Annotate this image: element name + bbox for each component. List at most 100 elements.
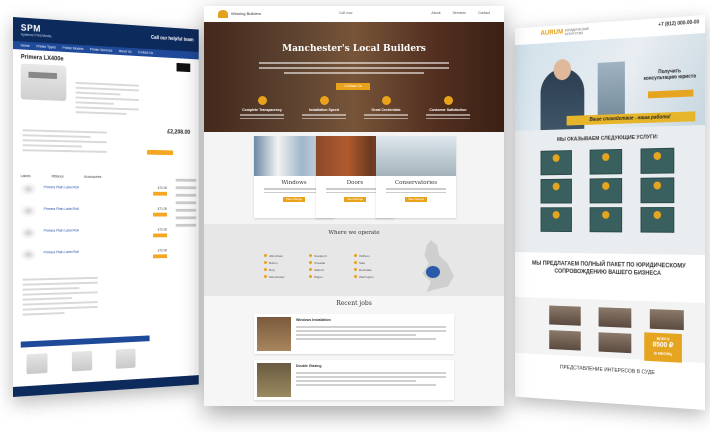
- building-image: [597, 61, 625, 121]
- services-title: МЫ ОКАЗЫВАЕМ СЛЕДУЮЩИЕ УСЛУГИ:: [557, 134, 659, 143]
- services-section: МЫ ОКАЗЫВАЕМ СЛЕДУЮЩИЕ УСЛУГИ:: [515, 125, 705, 255]
- label-roll-image: [20, 248, 37, 261]
- service-tile[interactable]: [589, 207, 623, 233]
- service-tile[interactable]: [589, 148, 623, 175]
- price-badge: ВСЕГО 8500 ₽ В МЕСЯЦ: [644, 332, 682, 363]
- builders-hero: Manchester's Local Builders Contact Us C…: [204, 22, 504, 132]
- spm-nav-item[interactable]: Printer Types: [36, 44, 55, 49]
- town-item: Warrington: [354, 275, 374, 279]
- item-price: £71.00: [157, 207, 168, 211]
- package-photo: [549, 305, 581, 326]
- feature-label: Installation Speed: [309, 108, 339, 112]
- town-item: Wigan: [309, 275, 323, 279]
- nav-about[interactable]: About: [431, 11, 440, 15]
- package-photo: [598, 307, 632, 328]
- builders-logo-icon[interactable]: [218, 10, 228, 18]
- consultation-cta: Получить консультацию юриста: [643, 68, 696, 82]
- nav-contact[interactable]: Contact: [478, 11, 490, 15]
- related-product-thumb[interactable]: [26, 353, 48, 375]
- spm-nav-item[interactable]: Printer Models: [62, 46, 83, 51]
- town-item: Sale: [354, 261, 365, 265]
- spm-price: £2,208.00: [167, 129, 191, 136]
- builders-nav: About Services Contact: [431, 11, 490, 15]
- offer-section: МЫ ПРЕДЛАГАЕМ ПОЛНЫЙ ПАКЕТ ПО ЮРИДИЧЕСКО…: [515, 252, 705, 303]
- aurum-logo[interactable]: AURUM: [541, 29, 564, 37]
- item-name[interactable]: Primera Plain Label Roll: [44, 228, 79, 232]
- spm-phone: Call our helpful team: [150, 34, 194, 44]
- list-item: Primera Plain Label Roll £72.00: [20, 226, 168, 241]
- town-item: Oldham: [354, 254, 370, 258]
- service-tile[interactable]: [540, 150, 572, 176]
- hero-text-line: [284, 72, 424, 74]
- service-tile[interactable]: [540, 207, 572, 233]
- view-range-button[interactable]: View Range: [283, 197, 305, 202]
- card-title: Conservatories: [394, 180, 438, 186]
- hero-text-line: [259, 62, 449, 64]
- tab-ribbons[interactable]: Ribbons: [52, 174, 64, 178]
- nav-services[interactable]: Services: [453, 11, 466, 15]
- add-to-basket-button[interactable]: [146, 149, 174, 156]
- card-conservatories[interactable]: Conservatories View Range: [376, 136, 456, 218]
- aurum-phone: +7 (812) 000-00-00: [658, 19, 700, 29]
- package-photo: [549, 330, 581, 351]
- town-item: Bolton: [264, 261, 278, 265]
- spm-footer: [13, 375, 199, 397]
- town-item: Altrincham: [264, 254, 283, 258]
- item-name[interactable]: Primera Plain Label Roll: [44, 250, 79, 255]
- aurum-tagline: ЮРИДИЧЕСКИЕ АГЕНТСТВО: [564, 26, 590, 37]
- add-button[interactable]: [153, 212, 168, 217]
- service-tile[interactable]: [589, 178, 623, 204]
- tab-accessories[interactable]: Accessories: [84, 175, 101, 179]
- spm-nav-item[interactable]: About Us: [119, 49, 132, 54]
- list-item: Primera Plain Label Roll £72.00: [20, 183, 168, 197]
- list-item: Primera Plain Label Roll £72.00: [20, 247, 168, 263]
- view-range-button[interactable]: View Range: [405, 197, 427, 202]
- service-tile[interactable]: [640, 147, 675, 174]
- tab-labels[interactable]: Labels: [21, 174, 31, 178]
- add-button[interactable]: [153, 254, 168, 259]
- related-products-bar: Related Products: [20, 335, 150, 355]
- offer-title: МЫ ПРЕДЛАГАЕМ ПОЛНЫЙ ПАКЕТ ПО ЮРИДИЧЕСКО…: [532, 260, 686, 277]
- add-button[interactable]: [153, 233, 168, 238]
- sidebar-lines: [175, 178, 197, 232]
- feature-icon: [257, 96, 267, 105]
- service-tile[interactable]: [540, 178, 572, 204]
- service-tile[interactable]: [640, 207, 675, 233]
- aurum-website-mockup: AURUM ЮРИДИЧЕСКИЕ АГЕНТСТВО +7 (812) 000…: [515, 15, 705, 410]
- job-item[interactable]: Double Glazing: [254, 360, 454, 400]
- job-title: Windows Installation: [296, 318, 331, 322]
- town-item: Manchester: [264, 275, 285, 279]
- where-title: Where we operate: [328, 230, 380, 236]
- spm-nav-item[interactable]: Contact Us: [138, 50, 153, 55]
- feature-lines: [22, 129, 107, 156]
- view-range-button[interactable]: View Range: [344, 197, 366, 202]
- spm-nav-item[interactable]: Printer Services: [90, 47, 112, 52]
- feature-icon: [443, 96, 453, 105]
- where-we-operate-section: Where we operate Altrincham Bolton Bury …: [204, 224, 504, 296]
- item-name[interactable]: Primera Plain Label Roll: [44, 207, 79, 211]
- portfolio-collage: SPM Systems Print Media Call our helpful…: [0, 0, 710, 432]
- price-unit: В МЕСЯЦ: [654, 350, 672, 357]
- town-item: Rochdale: [354, 268, 372, 272]
- label-roll-image: [20, 205, 37, 217]
- town-item: Salford: [309, 268, 324, 272]
- builders-brand[interactable]: Winning Builders: [231, 11, 261, 16]
- hero-contact-button[interactable]: Contact Us: [336, 83, 370, 90]
- add-button[interactable]: [153, 191, 168, 196]
- job-item[interactable]: Windows Installation: [254, 314, 454, 354]
- brand-logo-icon: [176, 62, 191, 73]
- service-tile[interactable]: [640, 177, 675, 204]
- related-product-thumb[interactable]: [115, 348, 136, 369]
- package-photo: [598, 332, 632, 354]
- feature-icon: [381, 96, 391, 105]
- list-item: Primera Plain Label Roll £71.00: [20, 205, 168, 219]
- manchester-area-marker: [426, 266, 440, 278]
- feature-icon: [319, 96, 329, 105]
- item-price: £72.00: [157, 227, 168, 232]
- spm-nav-item[interactable]: Home: [21, 43, 30, 48]
- related-product-thumb[interactable]: [71, 350, 93, 372]
- feature-item: Installation Speed: [294, 96, 354, 119]
- feature-label: Customer Satisfaction: [429, 108, 467, 112]
- consultation-button[interactable]: [647, 89, 694, 99]
- item-name[interactable]: Primera Plain Label Roll: [44, 185, 79, 189]
